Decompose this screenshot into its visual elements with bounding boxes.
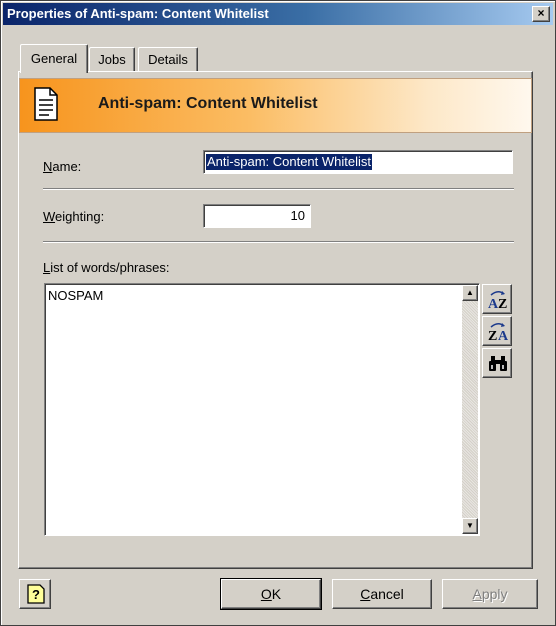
ok-button[interactable]: OK (220, 578, 322, 610)
divider (43, 241, 514, 243)
properties-dialog: Properties of Anti-spam: Content Whiteli… (0, 0, 556, 626)
svg-text:A: A (498, 329, 509, 343)
svg-text:Z: Z (488, 329, 497, 343)
help-button[interactable]: ? (19, 579, 51, 609)
tab-jobs[interactable]: Jobs (89, 47, 135, 72)
words-list-box[interactable]: NOSPAM ▲ ▼ (44, 283, 480, 536)
document-icon (34, 87, 58, 121)
svg-text:?: ? (32, 587, 40, 602)
cancel-button[interactable]: Cancel (332, 579, 432, 609)
find-binoculars-icon (489, 356, 507, 371)
svg-text:Z: Z (498, 297, 507, 311)
apply-button[interactable]: Apply (442, 579, 538, 609)
weighting-value: 10 (290, 208, 305, 223)
name-input[interactable]: Anti-spam: Content Whitelist (203, 150, 513, 174)
tab-details[interactable]: Details (138, 47, 198, 72)
sort-ascending-button[interactable]: A Z (482, 284, 512, 314)
find-button[interactable] (482, 348, 512, 378)
scroll-down-button[interactable]: ▼ (462, 518, 478, 534)
sort-ascending-icon: A Z (488, 291, 507, 311)
scroll-up-button[interactable]: ▲ (462, 285, 478, 301)
tab-general[interactable]: General (20, 44, 88, 73)
window-title: Properties of Anti-spam: Content Whiteli… (7, 6, 269, 21)
list-item[interactable]: NOSPAM (48, 288, 103, 304)
list-label: List of words/phrases: (43, 260, 170, 275)
general-tab-panel: Anti-spam: Content Whitelist Name: Anti-… (18, 71, 533, 569)
sort-descending-button[interactable]: Z A (482, 316, 512, 346)
weighting-input[interactable]: 10 (203, 204, 311, 228)
header-banner: Anti-spam: Content Whitelist (19, 78, 532, 133)
weighting-label: Weighting: (43, 209, 105, 224)
divider (43, 188, 514, 190)
help-icon: ? (27, 584, 45, 604)
list-scrollbar[interactable]: ▲ ▼ (462, 285, 478, 534)
title-bar[interactable]: Properties of Anti-spam: Content Whiteli… (3, 3, 553, 25)
banner-title: Anti-spam: Content Whitelist (98, 95, 318, 112)
close-button[interactable]: × (532, 6, 550, 22)
sort-descending-icon: Z A (488, 323, 509, 343)
name-input-value: Anti-spam: Content Whitelist (206, 154, 373, 170)
name-label: Name: (43, 159, 82, 174)
